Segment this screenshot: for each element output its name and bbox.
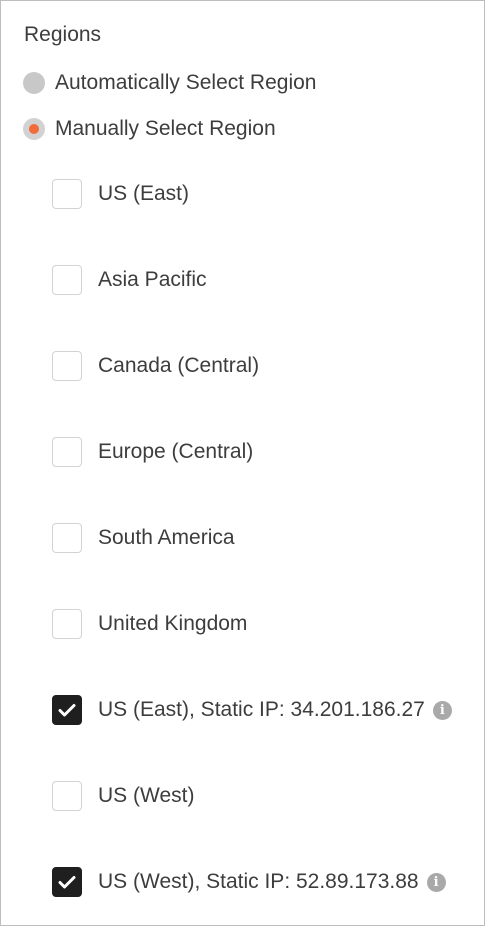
region-item[interactable]: Canada (Central) — [52, 349, 452, 383]
region-item[interactable]: South America — [52, 521, 452, 555]
region-checkbox[interactable] — [52, 265, 82, 295]
info-icon[interactable]: i — [432, 700, 452, 720]
region-label: Canada (Central) — [98, 354, 260, 377]
checkmark-icon — [58, 876, 76, 889]
region-label: US (East), Static IP: 34.201.186.27 — [98, 698, 425, 721]
region-checkbox[interactable] — [52, 609, 82, 639]
region-label: US (East) — [98, 182, 190, 205]
regions-title: Regions — [24, 23, 102, 46]
region-checkbox[interactable] — [52, 695, 82, 725]
manual-select-region-option[interactable]: Manually Select Region — [23, 114, 276, 144]
region-item[interactable]: Asia Pacific — [52, 263, 452, 297]
region-checkbox[interactable] — [52, 781, 82, 811]
manual-select-region-radio[interactable] — [23, 118, 45, 140]
region-item[interactable]: US (West) — [52, 779, 452, 813]
region-list: US (East) Asia Pacific Canada (Central) Eur… — [52, 177, 452, 925]
region-label: US (West) — [98, 784, 195, 807]
region-checkbox[interactable] — [52, 867, 82, 897]
region-item[interactable]: US (West), Static IP: 52.89.173.88 i — [52, 865, 452, 899]
region-item[interactable]: US (East) — [52, 177, 452, 211]
auto-select-region-radio[interactable] — [23, 72, 45, 94]
auto-select-region-option[interactable]: Automatically Select Region — [23, 68, 316, 98]
auto-select-region-label: Automatically Select Region — [55, 71, 317, 94]
region-label: South America — [98, 526, 235, 549]
checkmark-icon — [58, 704, 76, 717]
region-checkbox[interactable] — [52, 351, 82, 381]
region-label: Europe (Central) — [98, 440, 254, 463]
region-label: United Kingdom — [98, 612, 248, 635]
region-checkbox[interactable] — [52, 179, 82, 209]
info-icon[interactable]: i — [426, 872, 446, 892]
manual-select-region-label: Manually Select Region — [55, 117, 276, 140]
region-item[interactable]: US (East), Static IP: 34.201.186.27 i — [52, 693, 452, 727]
region-item[interactable]: Europe (Central) — [52, 435, 452, 469]
region-label: US (West), Static IP: 52.89.173.88 — [98, 870, 419, 893]
region-item[interactable]: United Kingdom — [52, 607, 452, 641]
region-checkbox[interactable] — [52, 437, 82, 467]
region-label: Asia Pacific — [98, 268, 207, 291]
regions-panel: Regions Automatically Select Region Manu… — [0, 0, 485, 926]
region-checkbox[interactable] — [52, 523, 82, 553]
